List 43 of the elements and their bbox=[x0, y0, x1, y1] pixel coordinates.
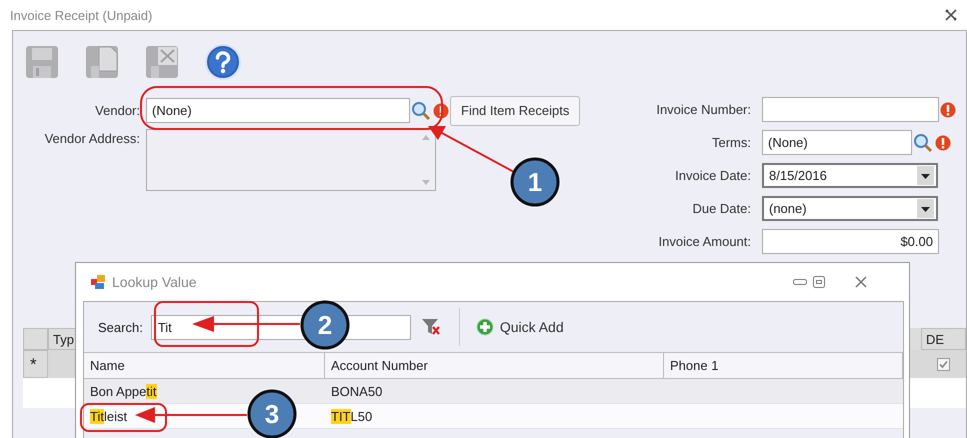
plus-icon bbox=[476, 318, 494, 336]
terms-field[interactable]: (None) bbox=[762, 130, 912, 155]
quick-add-button[interactable]: Quick Add bbox=[476, 318, 564, 336]
search-icon[interactable] bbox=[411, 100, 431, 120]
find-item-receipts-button[interactable]: Find Item Receipts bbox=[450, 96, 580, 126]
callout-number: 2 bbox=[300, 300, 350, 350]
field-label: Vendor: bbox=[94, 103, 141, 118]
checkbox[interactable] bbox=[937, 358, 950, 370]
dialog-title: Lookup Value bbox=[112, 274, 197, 290]
clear-filter-icon[interactable] bbox=[420, 318, 441, 336]
scrollbar-icon[interactable] bbox=[421, 133, 431, 187]
column-header[interactable]: Phone 1 bbox=[664, 353, 903, 378]
field-label: Terms: bbox=[711, 135, 752, 150]
result-row[interactable]: Bon Appetit BONA50 bbox=[84, 379, 903, 404]
column-header[interactable]: Account Number bbox=[325, 353, 664, 378]
help-icon[interactable] bbox=[205, 44, 241, 80]
vendor-field[interactable]: (None) bbox=[146, 98, 410, 123]
date-dropdown[interactable]: 8/15/2016 bbox=[762, 163, 938, 188]
callout-number: 1 bbox=[510, 158, 560, 206]
search-icon[interactable] bbox=[913, 132, 933, 152]
row-header-cell bbox=[23, 328, 48, 350]
table-cell-text: TITL50 bbox=[330, 408, 374, 426]
callout-number: 3 bbox=[248, 390, 296, 438]
close-icon[interactable] bbox=[855, 276, 867, 288]
date-dropdown[interactable]: (none) bbox=[762, 196, 938, 221]
table-cell-text: BONA50 bbox=[330, 383, 384, 401]
column-header: DE bbox=[921, 328, 966, 350]
window-title: Invoice Receipt (Unpaid) bbox=[10, 8, 154, 22]
field-label: Vendor Address: bbox=[44, 130, 141, 146]
close-icon[interactable] bbox=[945, 9, 957, 21]
invoice-amount-field[interactable]: $0.00 bbox=[762, 229, 939, 254]
invoice-number-field[interactable] bbox=[762, 97, 939, 122]
field-label: Invoice Amount: bbox=[658, 234, 752, 249]
minimize-icon[interactable] bbox=[793, 278, 807, 286]
column-header[interactable]: Name bbox=[84, 353, 325, 378]
field-label: Due Date: bbox=[691, 201, 752, 216]
field-label: Invoice Date: bbox=[674, 168, 752, 183]
new-row-marker: * bbox=[23, 350, 48, 378]
table-cell-text: Bon Appetit bbox=[89, 383, 158, 401]
field-label: Invoice Number: bbox=[655, 102, 752, 117]
maximize-icon[interactable] bbox=[813, 276, 825, 288]
app-icon bbox=[90, 274, 106, 290]
vendor-address-field[interactable] bbox=[146, 129, 436, 191]
